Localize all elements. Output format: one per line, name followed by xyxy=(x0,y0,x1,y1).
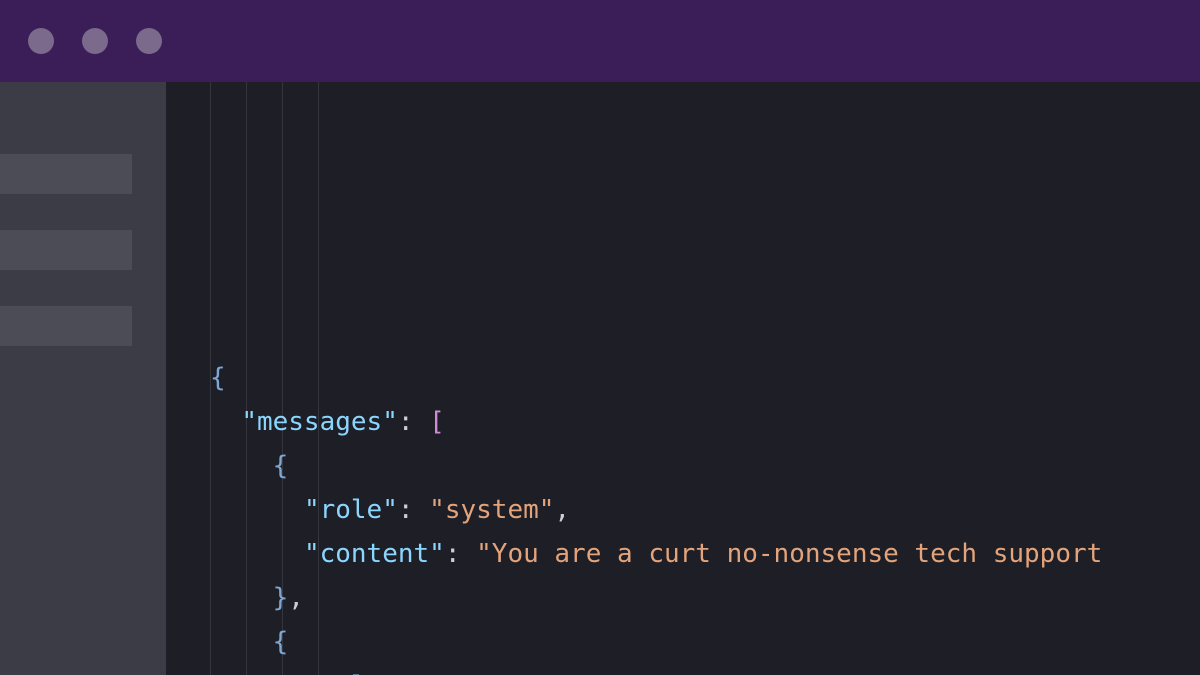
token-punct: : xyxy=(445,539,476,569)
code-line: "role": "user", xyxy=(210,664,1200,675)
token-string: "system" xyxy=(429,495,554,525)
indent xyxy=(241,671,272,675)
token-key: "messages" xyxy=(241,407,398,437)
token-key: "content" xyxy=(304,539,445,569)
indent xyxy=(241,539,272,569)
token-string: "You are a curt no-nonsense tech support xyxy=(476,539,1118,569)
code-line: }, xyxy=(210,576,1200,620)
token-punct: , xyxy=(523,671,539,675)
titlebar xyxy=(0,0,1200,82)
token-punct: , xyxy=(554,495,570,525)
indent xyxy=(210,539,241,569)
indent xyxy=(210,627,241,657)
indent xyxy=(273,539,304,569)
window-dot[interactable] xyxy=(82,28,108,54)
indent xyxy=(210,407,241,437)
indent xyxy=(241,451,272,481)
code-line: "role": "system", xyxy=(210,488,1200,532)
code-line: { xyxy=(210,444,1200,488)
token-brace: } xyxy=(273,583,289,613)
indent xyxy=(210,495,241,525)
token-brace: { xyxy=(210,363,226,393)
indent xyxy=(273,671,304,675)
token-key: "role" xyxy=(304,671,398,675)
sidebar-item[interactable] xyxy=(0,154,132,194)
token-brace: { xyxy=(273,451,289,481)
token-bracket: [ xyxy=(429,407,445,437)
indent xyxy=(241,583,272,613)
app-body: { "messages": [ { "role": "system", "con… xyxy=(0,82,1200,675)
token-punct: , xyxy=(288,583,304,613)
indent xyxy=(210,451,241,481)
indent xyxy=(210,671,241,675)
code-line: { xyxy=(210,356,1200,400)
sidebar-item[interactable] xyxy=(0,230,132,270)
token-punct: : xyxy=(398,407,429,437)
indent xyxy=(241,627,272,657)
code-editor[interactable]: { "messages": [ { "role": "system", "con… xyxy=(166,82,1200,675)
indent xyxy=(273,495,304,525)
sidebar-item[interactable] xyxy=(0,306,132,346)
code-line: { xyxy=(210,620,1200,664)
token-brace: { xyxy=(273,627,289,657)
code-line: "messages": [ xyxy=(210,400,1200,444)
code-line: "content": "You are a curt no-nonsense t… xyxy=(210,532,1200,576)
window-dot[interactable] xyxy=(136,28,162,54)
token-punct: : xyxy=(398,671,429,675)
token-punct: : xyxy=(398,495,429,525)
indent xyxy=(210,583,241,613)
token-string: "user" xyxy=(429,671,523,675)
window-dot[interactable] xyxy=(28,28,54,54)
indent xyxy=(241,495,272,525)
token-key: "role" xyxy=(304,495,398,525)
sidebar xyxy=(0,82,166,675)
